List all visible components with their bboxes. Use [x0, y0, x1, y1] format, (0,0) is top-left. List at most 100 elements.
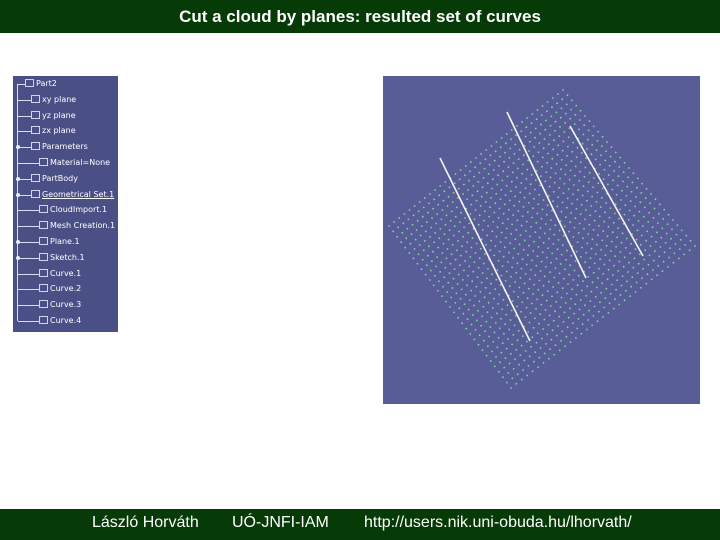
- cloud-point: [565, 164, 568, 167]
- cloud-point: [580, 152, 583, 154]
- tree-item[interactable]: Curve.3: [39, 299, 81, 311]
- cloud-point: [601, 282, 604, 285]
- cloud-point: [469, 170, 471, 173]
- cloud-point: [586, 148, 588, 150]
- cloud-point: [594, 158, 597, 161]
- cloud-point: [453, 268, 456, 270]
- cloud-point: [495, 235, 498, 238]
- cloud-point: [446, 205, 449, 207]
- cloud-point: [536, 298, 538, 301]
- cloud-point: [503, 332, 505, 335]
- cloud-point: [610, 146, 613, 149]
- expand-toggle-icon[interactable]: [16, 145, 20, 150]
- cloud-point: [602, 230, 605, 233]
- tree-item[interactable]: Curve.4: [39, 315, 81, 327]
- cloud-point: [617, 175, 620, 178]
- cloud-point: [631, 181, 634, 184]
- footer-url[interactable]: http://users.nik.uni-obuda.hu/lhorvath/: [364, 514, 632, 532]
- tree-item[interactable]: Plane.1: [39, 236, 80, 248]
- tree-item[interactable]: Geometrical Set.1: [31, 189, 114, 201]
- cloud-point: [548, 237, 550, 240]
- tree-item[interactable]: Material=None: [39, 157, 110, 169]
- cloud-point: [511, 171, 514, 174]
- cloud-point: [490, 239, 493, 242]
- tree-item[interactable]: Sketch.1: [39, 252, 85, 264]
- specification-tree[interactable]: Part2 xy plane yz plane zx plane Parameters M…: [13, 76, 118, 332]
- cloud-point: [597, 310, 600, 313]
- cloud-point: [497, 303, 499, 305]
- mesh-icon: [39, 221, 48, 230]
- 3d-viewport[interactable]: [383, 76, 700, 404]
- cloud-point: [415, 229, 418, 232]
- tree-item[interactable]: xy plane: [31, 94, 76, 106]
- cloud-point: [556, 291, 559, 294]
- tree-item[interactable]: yz plane: [31, 110, 76, 122]
- cloud-point: [550, 167, 553, 169]
- cloud-point: [512, 334, 515, 336]
- cloud-point: [542, 147, 545, 150]
- expand-toggle-icon[interactable]: [16, 240, 20, 244]
- cloud-point: [474, 329, 477, 331]
- cloud-point: [437, 203, 440, 206]
- tree-item[interactable]: Curve.2: [39, 283, 81, 295]
- cloud-point: [527, 287, 530, 290]
- cloud-point: [510, 138, 512, 141]
- cloud-point: [413, 205, 416, 207]
- expand-toggle-icon[interactable]: [16, 176, 20, 181]
- cloud-point: [504, 194, 507, 196]
- tree-item[interactable]: PartBody: [31, 173, 78, 185]
- cloud-point: [491, 307, 494, 309]
- cloud-point: [469, 256, 472, 258]
- cloud-point: [524, 350, 527, 352]
- tree-item[interactable]: CloudImport.1: [39, 204, 107, 216]
- cloud-point: [484, 158, 487, 161]
- expand-toggle-icon[interactable]: [16, 255, 20, 260]
- cloud-point: [663, 208, 666, 211]
- cloud-point: [479, 162, 482, 165]
- cloud-point: [578, 128, 580, 131]
- cloud-point: [508, 362, 511, 365]
- cloud-point: [670, 237, 672, 240]
- tree-item[interactable]: Mesh Creation.1: [39, 220, 115, 232]
- cloud-point: [500, 351, 503, 354]
- tree-item[interactable]: Part2: [25, 78, 57, 90]
- tree-connector-line: [17, 84, 18, 321]
- cloud-point: [469, 299, 471, 301]
- cloud-point: [536, 109, 539, 111]
- point-cloud: [388, 89, 696, 389]
- tree-branch-line: [18, 289, 39, 291]
- cloud-point: [444, 266, 447, 269]
- cloud-point: [559, 263, 562, 265]
- cloud-point: [501, 308, 504, 311]
- expand-toggle-icon[interactable]: [16, 192, 20, 197]
- cloud-point: [582, 280, 584, 282]
- cloud-point: [405, 237, 408, 240]
- cloud-point: [553, 139, 555, 142]
- cloud-point: [554, 310, 556, 313]
- cloud-point: [497, 336, 500, 339]
- cloud-point: [570, 99, 573, 102]
- cloud-point: [457, 273, 460, 276]
- cloud-point: [493, 159, 496, 162]
- cloud-point: [543, 138, 546, 140]
- cloud-point: [508, 251, 510, 254]
- cloud-point: [607, 311, 610, 314]
- cloud-point: [556, 248, 559, 251]
- cloud-point: [574, 303, 577, 305]
- cloud-point: [620, 199, 622, 201]
- tree-item[interactable]: Curve.1: [39, 268, 81, 280]
- cloud-point: [478, 300, 481, 303]
- cloud-point: [577, 189, 580, 192]
- cloud-point: [583, 227, 585, 230]
- cloud-point: [482, 177, 485, 179]
- cloud-point: [429, 236, 431, 238]
- cloud-point: [471, 280, 474, 283]
- tree-item[interactable]: Parameters: [31, 141, 88, 153]
- tree-item[interactable]: zx plane: [31, 125, 76, 137]
- cloud-point: [544, 128, 547, 131]
- cloud-point: [614, 298, 616, 301]
- cloud-point: [475, 242, 478, 245]
- cloud-point: [581, 323, 584, 326]
- cloud-point: [513, 324, 516, 327]
- cloud-point: [619, 294, 622, 296]
